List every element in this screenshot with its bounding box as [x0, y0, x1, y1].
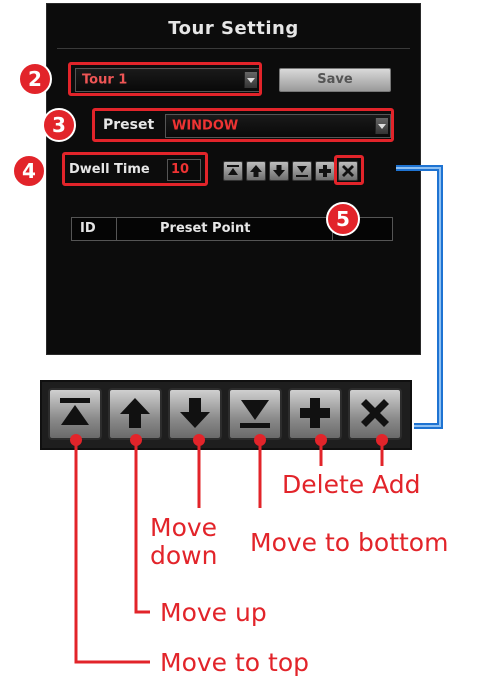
label-move-up: Move up — [160, 598, 267, 627]
label-move-down: Move down — [150, 513, 218, 570]
label-delete-add: Delete Add — [282, 470, 421, 499]
callout-dot-move-to-bottom — [254, 434, 266, 446]
callout-dot-move-to-top — [70, 434, 82, 446]
label-move-to-top: Move to top — [160, 648, 309, 677]
callout-dot-move-up — [130, 434, 142, 446]
callout-dot-add — [376, 434, 388, 446]
callout-dot-move-down — [193, 434, 205, 446]
callout-lines — [74, 440, 384, 664]
label-move-to-bottom: Move to bottom — [250, 528, 449, 557]
callout-dot-delete — [315, 434, 327, 446]
